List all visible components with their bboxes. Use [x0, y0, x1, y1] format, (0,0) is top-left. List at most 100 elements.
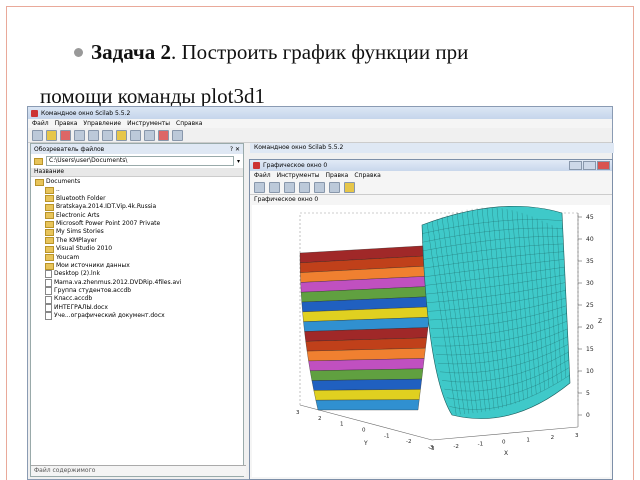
zoom-reset-icon[interactable] — [299, 181, 310, 193]
x-tick-label: -2 — [453, 444, 458, 450]
console-menubar: Файл Правка Управление Инструменты Справ… — [28, 119, 612, 128]
select-all-icon[interactable] — [102, 129, 113, 141]
help-icon[interactable] — [172, 129, 183, 141]
y-tick-label: 2 — [318, 416, 322, 422]
file-list-item[interactable]: Уче...ографический документ.docx — [35, 312, 243, 321]
graphic-menu-file[interactable]: Файл — [254, 172, 271, 179]
file-list-item-label: Класс.accdb — [54, 295, 93, 303]
panel-controls-icon[interactable]: ? ✕ — [230, 146, 240, 153]
stop-icon[interactable] — [158, 129, 169, 141]
folder-icon — [45, 237, 54, 245]
menu-file[interactable]: Файл — [32, 120, 49, 127]
minimize-icon[interactable] — [569, 161, 582, 170]
slide-task-text: Задача 2. Построить график функции при п… — [40, 30, 620, 118]
maximize-icon[interactable] — [583, 161, 596, 170]
file-list-item-label: Мои источники данных — [56, 261, 130, 269]
preferences-icon[interactable] — [116, 129, 127, 141]
graphic-menu-tools[interactable]: Инструменты — [277, 172, 320, 179]
file-list-item[interactable]: The KMPlayer — [35, 237, 243, 245]
new-file-icon[interactable] — [32, 129, 43, 141]
surface-band — [313, 389, 421, 401]
folder-icon — [45, 203, 54, 211]
file-icon — [45, 287, 52, 296]
file-list-item-label: The KMPlayer — [56, 236, 97, 244]
folder-icon — [34, 157, 43, 165]
y-axis-label: Y — [363, 440, 368, 447]
menu-tools[interactable]: Инструменты — [127, 120, 170, 127]
z-tick-label: 25 — [586, 302, 594, 309]
file-list-item[interactable]: Youcam — [35, 254, 243, 262]
file-list-item[interactable]: Visual Studio 2010 — [35, 245, 243, 253]
file-list-item-label: .. — [56, 186, 60, 194]
file-list-item[interactable]: Desktop (2).lnk — [35, 270, 243, 279]
graphic-menu-edit[interactable]: Правка — [326, 172, 349, 179]
y-axis-line — [299, 404, 433, 441]
paste-icon[interactable] — [88, 129, 99, 141]
folder-icon — [45, 187, 54, 195]
file-icon — [45, 312, 52, 321]
file-list-item[interactable]: Microsoft Power Point 2007 Private — [35, 220, 243, 228]
file-list-item-label: My Sims Stories — [56, 228, 104, 236]
open-folder-icon[interactable] — [46, 129, 57, 141]
file-list-item[interactable]: .. — [35, 186, 243, 195]
z-tick-label: 20 — [586, 324, 594, 331]
file-list-item[interactable]: Класс.accdb — [35, 295, 243, 304]
rotate-icon[interactable] — [254, 181, 265, 193]
column-header-name[interactable]: Название — [31, 168, 243, 177]
plot-area: 45 40 35 30 25 20 15 10 5 0 Z 3 2 1 0 -1 -2 -3 Y -3 -2 -1 0 1 2 3… — [252, 205, 610, 477]
file-browser-title: Обозреватель файлов — [34, 145, 105, 153]
graphic-title-bar: Графическое окно 0 — [250, 160, 612, 171]
plot3d-canvas[interactable]: 454035302520151050Z3210-1-2-3Y-3 -2 -1 0 1 2 3… — [252, 205, 610, 477]
graphic-tab: Графическое окно 0 — [254, 196, 319, 203]
file-list-item-label: Microsoft Power Point 2007 Private — [56, 219, 161, 227]
dropdown-icon[interactable]: ▾ — [237, 158, 240, 165]
copy-icon[interactable] — [74, 129, 85, 141]
print-icon[interactable] — [130, 129, 141, 141]
file-list-item[interactable]: Группа студентов.accdb — [35, 287, 243, 296]
y-tick-label: 0 — [362, 428, 366, 434]
x-tick-label: 3 — [575, 433, 579, 439]
file-list-item-label: Группа студентов.accdb — [54, 287, 132, 295]
console-title-bar: Командное окно Scilab 5.5.2 — [28, 107, 612, 119]
path-input[interactable]: C:\Users\user\Documents\ — [46, 156, 234, 166]
file-list-item[interactable]: Electronic Arts — [35, 212, 243, 220]
file-list-item[interactable]: Мои источники данных — [35, 262, 243, 270]
file-list-item[interactable]: Mama.va.zhenmus.2012.DVDRip.4files.avi — [35, 279, 243, 287]
zoom-out-icon[interactable] — [284, 181, 295, 193]
x-tick-label: -1 — [478, 442, 483, 448]
zoom-in-icon[interactable] — [269, 181, 280, 193]
file-list-item-label: Youcam — [56, 253, 80, 261]
file-list-item[interactable]: ИНТЕГРАЛЫ.docx — [35, 304, 243, 313]
file-list-item[interactable]: Bratskaya.2014.IDT.Vip.4k.Russia — [35, 203, 243, 211]
graphic-menu-help[interactable]: Справка — [354, 172, 380, 179]
datatip-icon[interactable] — [314, 181, 325, 193]
z-tick-label: 40 — [586, 236, 594, 243]
folder-icon — [45, 212, 54, 220]
folder-icon — [45, 254, 54, 262]
task-line-1: . Построить график функции при — [170, 40, 469, 64]
menu-control[interactable]: Управление — [83, 120, 121, 127]
file-list-item-label: Documents — [46, 178, 81, 185]
file-icon — [45, 270, 52, 279]
file-icon — [45, 304, 52, 313]
file-list-item[interactable]: Documents — [35, 178, 243, 186]
z-tick-label: 35 — [586, 258, 594, 265]
close-icon[interactable] — [597, 161, 610, 170]
graphic-help-icon[interactable] — [344, 181, 355, 193]
cut-icon[interactable] — [60, 129, 71, 141]
menu-help[interactable]: Справка — [176, 120, 202, 127]
z-tick-label: 45 — [586, 214, 594, 221]
z-tick-label: 30 — [586, 280, 594, 287]
x-axis-line — [431, 426, 579, 441]
edit-axes-icon[interactable] — [329, 181, 340, 193]
file-list-item[interactable]: Bluetooth Folder — [35, 195, 243, 203]
path-bar: C:\Users\user\Documents\ ▾ — [31, 154, 243, 168]
editor-icon[interactable] — [144, 129, 155, 141]
file-list-item-label: Electronic Arts — [56, 211, 100, 219]
file-icon — [45, 295, 52, 304]
x-tick-label: 1 — [526, 437, 530, 443]
menu-edit[interactable]: Правка — [55, 120, 78, 127]
graphic-window-icon — [253, 162, 260, 169]
graphic-window-title: Графическое окно 0 — [263, 162, 328, 169]
file-list-item[interactable]: My Sims Stories — [35, 228, 243, 237]
